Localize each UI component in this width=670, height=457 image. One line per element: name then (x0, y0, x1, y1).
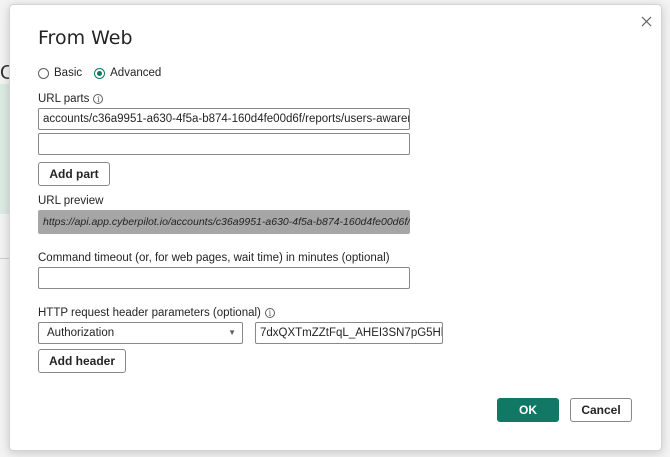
header-name-dropdown[interactable]: Authorization ▼ (38, 322, 243, 344)
url-parts-label: URL parts (38, 93, 90, 105)
headers-label: HTTP request header parameters (optional… (38, 307, 261, 319)
close-button[interactable] (636, 11, 656, 31)
url-preview-label: URL preview (38, 195, 104, 207)
info-icon[interactable]: i (93, 94, 104, 104)
url-preview-field: https://api.app.cyberpilot.io/accounts/c… (38, 210, 410, 234)
url-part-1-input[interactable]: accounts/c36a9951-a630-4f5a-b874-160d4fe… (38, 108, 410, 130)
basic-radio-label: Basic (54, 67, 83, 79)
advanced-radio[interactable]: Advanced (94, 67, 161, 79)
add-part-button[interactable]: Add part (38, 162, 110, 186)
basic-radio[interactable]: Basic (38, 67, 82, 79)
dialog-title: From Web (38, 27, 133, 49)
close-icon (641, 16, 651, 26)
url-parts-label-row: URL parts i (38, 93, 104, 105)
headers-label-row: HTTP request header parameters (optional… (38, 307, 275, 319)
from-web-dialog: From Web Basic Advanced URL parts i acco… (9, 4, 662, 451)
timeout-input[interactable] (38, 267, 410, 289)
advanced-radio-label: Advanced (110, 67, 162, 79)
ok-button[interactable]: OK (497, 398, 559, 422)
header-value-input[interactable]: 7dxQXTmZZtFqL_AHEI3SN7pG5Hb8-s (255, 322, 443, 344)
mode-selector: Basic Advanced (38, 67, 173, 79)
chevron-down-icon: ▼ (228, 328, 236, 337)
url-part-2-input[interactable] (38, 133, 410, 155)
radio-unchecked-icon (38, 67, 49, 79)
radio-checked-icon (94, 67, 106, 79)
header-name-value: Authorization (47, 327, 115, 339)
cancel-button[interactable]: Cancel (570, 398, 632, 422)
timeout-label: Command timeout (or, for web pages, wait… (38, 252, 390, 264)
info-icon[interactable]: i (264, 308, 275, 318)
add-header-button[interactable]: Add header (38, 349, 126, 373)
